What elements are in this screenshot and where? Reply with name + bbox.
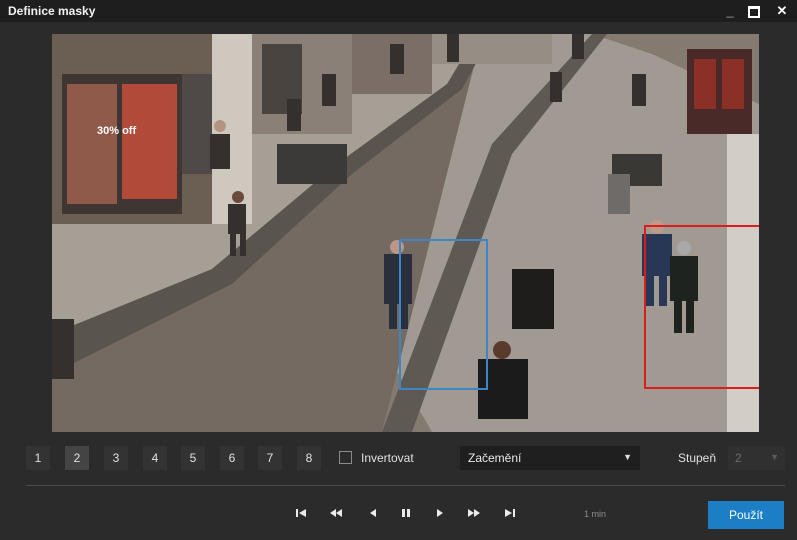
mode-select[interactable]: Začemění ▼ (460, 446, 640, 470)
mask-tab-3[interactable]: 3 (104, 446, 128, 470)
storefront-sign: 30% off (97, 125, 136, 137)
mask-region-blue[interactable] (399, 239, 488, 390)
mask-tab-8[interactable]: 8 (297, 446, 321, 470)
close-button[interactable]: ✕ (770, 0, 794, 22)
invert-label[interactable]: Invertovat (361, 451, 414, 465)
playback-controls: 1 min Použít (0, 501, 797, 529)
mask-tab-1[interactable]: 1 (26, 446, 50, 470)
mask-tabs-row: 1 2 3 4 5 6 7 8 Invertovat Začemění ▼ St… (0, 446, 797, 472)
fast-backward-icon[interactable] (325, 503, 347, 527)
window-title: Definice masky (8, 4, 96, 18)
mask-tab-7[interactable]: 7 (258, 446, 282, 470)
step-back-icon[interactable] (362, 503, 384, 527)
mask-tab-6[interactable]: 6 (220, 446, 244, 470)
chevron-down-icon: ▼ (623, 452, 632, 462)
minimize-button[interactable]: _ (718, 0, 742, 22)
degree-select[interactable]: 2 ▼ (728, 446, 785, 470)
pause-icon[interactable] (395, 503, 417, 527)
camera-view[interactable]: 30% off (52, 34, 759, 432)
skip-start-icon[interactable] (290, 503, 312, 527)
skip-end-icon[interactable] (499, 503, 521, 527)
apply-button[interactable]: Použít (708, 501, 784, 529)
mode-select-value: Začemění (468, 451, 522, 465)
mask-tab-4[interactable]: 4 (143, 446, 167, 470)
degree-value: 2 (735, 451, 742, 465)
invert-checkbox[interactable] (339, 451, 352, 464)
title-bar: Definice masky _ ✕ (0, 0, 797, 22)
chevron-down-icon: ▼ (770, 452, 779, 462)
fast-forward-icon[interactable] (463, 503, 485, 527)
maximize-icon (748, 5, 760, 18)
degree-label: Stupeň (678, 451, 717, 465)
time-label: 1 min (584, 509, 607, 519)
divider (26, 485, 785, 486)
play-icon[interactable] (429, 503, 451, 527)
maximize-button[interactable] (742, 0, 766, 22)
mask-region-red[interactable] (644, 225, 759, 389)
mask-tab-5[interactable]: 5 (181, 446, 205, 470)
mask-tab-2[interactable]: 2 (65, 446, 89, 470)
